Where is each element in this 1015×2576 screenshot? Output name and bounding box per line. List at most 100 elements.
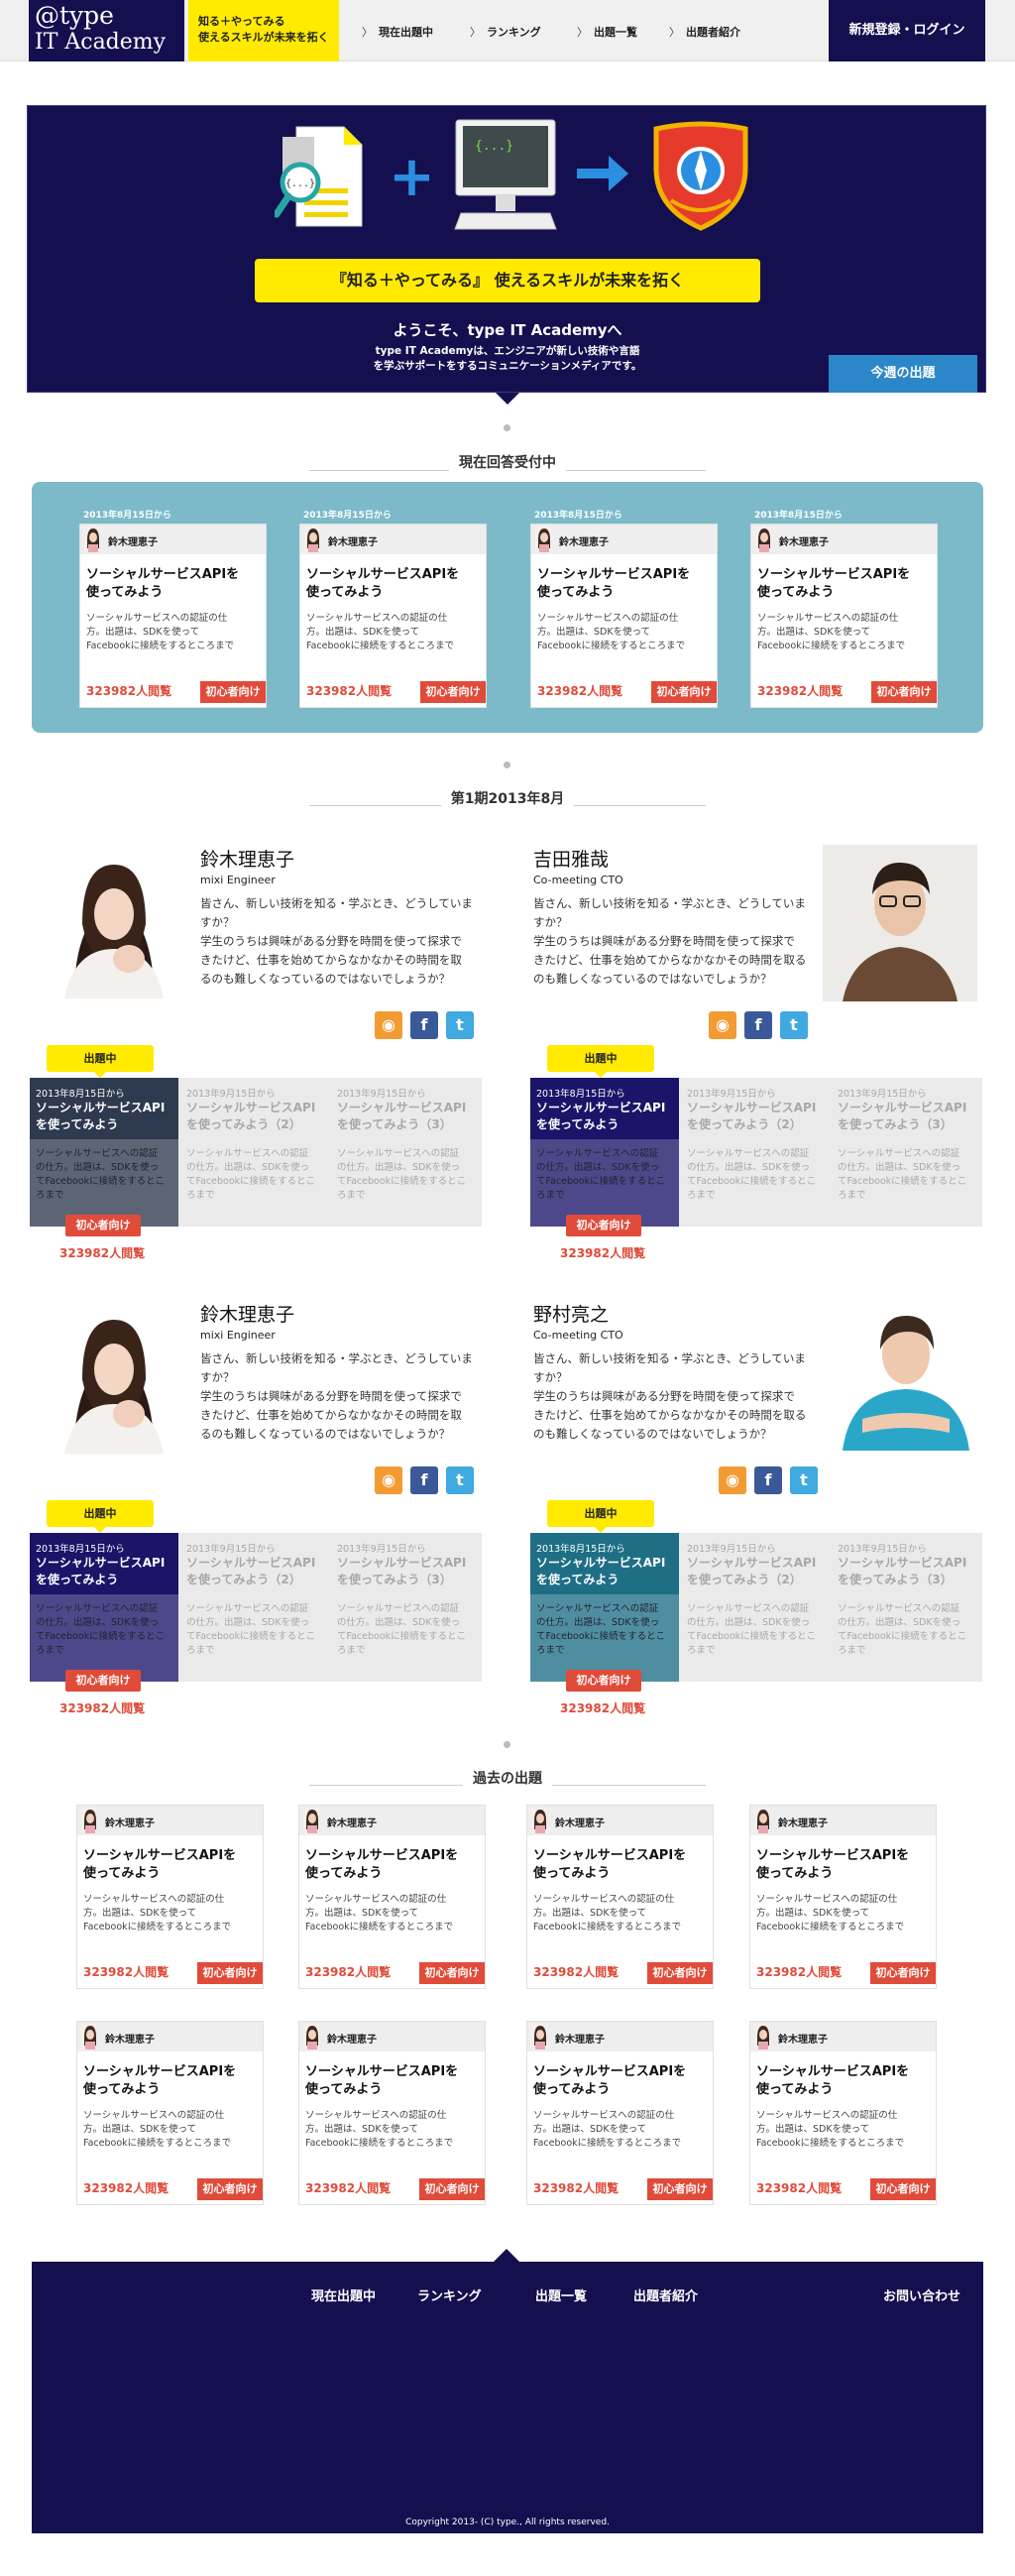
author-role: Co-meeting CTO [533,874,623,886]
footer-link-ranking[interactable]: ランキング [417,2285,482,2304]
question-title: ソーシャルサービスAPI を使ってみよう [536,1555,675,1588]
site-logo[interactable]: @type IT Academy [29,0,184,61]
question-card[interactable]: 鈴木理恵子 ソーシャルサービスAPIを 使ってみよう ソーシャルサービスへの認証の仕方… [299,524,487,708]
facebook-icon[interactable]: f [754,1466,782,1494]
twitter-icon[interactable]: t [780,1011,808,1039]
past-heading: 過去の出題 [309,1768,706,1788]
card-desc-line: ソーシャルサービスへの認証の仕 [756,1894,898,1905]
question-item[interactable]: 2013年8月15日から ソーシャルサービスAPI を使ってみよう ソーシャルサービス… [30,1533,178,1682]
card-header: 鈴木理恵子 [77,1806,263,1835]
card-title[interactable]: ソーシャルサービスAPIを 使ってみよう [533,2063,708,2099]
question-title-line: を使ってみよう（2） [687,1117,802,1131]
pc-code-label: {...} [475,139,513,154]
question-card[interactable]: 鈴木理恵子 ソーシャルサービスAPIを 使ってみよう ソーシャルサービスへの認証の仕方… [749,1805,937,1989]
header-tagline: 知る＋やってみる 使えるスキルが未来を拓く [188,0,339,61]
period-heading-label: 第1期2013年8月 [440,791,575,807]
question-card[interactable]: 鈴木理恵子 ソーシャルサービスAPIを 使ってみよう ソーシャルサービスへの認証の仕方… [298,1805,486,1989]
card-desc-line: ソーシャルサービスへの認証の仕 [83,2110,225,2121]
facebook-icon[interactable]: f [410,1466,438,1494]
question-views: 323982人閲覧 [560,1246,646,1260]
question-desc-line: ソーシャルサービスへの認証 [36,1603,159,1614]
nav-list[interactable]: 〉出題一覧 [577,24,637,40]
card-desc-line: ソーシャルサービスへの認証の仕 [83,1894,225,1905]
question-strip: 2013年8月15日から ソーシャルサービスAPI を使ってみよう ソーシャルサービス… [530,1533,982,1682]
facebook-icon[interactable]: f [410,1011,438,1039]
question-desc: ソーシャルサービスへの認証 の仕方。出題は、SDKを使っ てFacebookに接続を… [536,1147,675,1203]
question-title-line: ソーシャルサービスAPI [36,1101,166,1114]
question-item[interactable]: 2013年9月15日から ソーシャルサービスAPI を使ってみよう（2） ソーシャルサ… [681,1078,830,1227]
question-desc-line: てFacebookに接続をするとこ [687,1176,817,1187]
footer-link-current[interactable]: 現在出題中 [311,2285,376,2304]
tagline-line1: 知る＋やってみる [198,15,285,28]
twitter-icon[interactable]: t [446,1011,474,1039]
card-title[interactable]: ソーシャルサービスAPIを 使ってみよう [305,1847,480,1883]
question-card[interactable]: 鈴木理恵子 ソーシャルサービスAPIを 使ってみよう ソーシャルサービスへの認証の仕方… [749,2021,937,2205]
card-views: 323982人閲覧 [306,684,393,698]
rss-icon[interactable]: ◉ [709,1011,736,1039]
author-name[interactable]: 吉田雅哉 [533,845,609,872]
facebook-icon[interactable]: f [744,1011,772,1039]
this-week-button[interactable]: 今週の出題 [829,355,977,393]
question-item[interactable]: 2013年8月15日から ソーシャルサービスAPI を使ってみよう ソーシャルサービス… [530,1078,679,1227]
question-card[interactable]: 鈴木理恵子 ソーシャルサービスAPIを 使ってみよう ソーシャルサービスへの認証の仕方… [530,524,718,708]
computer-icon: {...} [454,119,557,230]
hero-welcome: ようこそ、type IT Academyへ [393,321,622,339]
author-name[interactable]: 鈴木理恵子 [200,1300,294,1327]
question-item[interactable]: 2013年9月15日から ソーシャルサービスAPI を使ってみよう（3） ソーシャルサ… [331,1078,480,1227]
nav-current[interactable]: 〉現在出題中 [362,24,433,40]
question-card[interactable]: 鈴木理恵子 ソーシャルサービスAPIを 使ってみよう ソーシャルサービスへの認証の仕方… [526,2021,714,2205]
card-title[interactable]: ソーシャルサービスAPIを 使ってみよう [305,2063,480,2099]
bio-line: 皆さん、新しい技術を知る・学ぶとき、どうしていま [533,896,806,910]
question-desc-line: てFacebookに接続をするとこ [36,1631,166,1642]
question-item[interactable]: 2013年8月15日から ソーシャルサービスAPI を使ってみよう ソーシャルサービス… [530,1533,679,1682]
bio-line: るのも難しくなっているのではないでしょうか？ [200,1427,451,1441]
footer-link-contact[interactable]: お問い合わせ [883,2285,960,2304]
question-date: 2013年9月15日から [337,1544,426,1555]
nav-authors[interactable]: 〉出題者紹介 [669,24,740,40]
bio-line: きたけど、仕事を始めてからなかなかその時間を取 [200,1408,462,1422]
card-title[interactable]: ソーシャルサービスAPIを 使ってみよう [533,1847,708,1883]
card-title[interactable]: ソーシャルサービスAPIを 使ってみよう [83,1847,258,1883]
author-photo-frame [823,845,977,1001]
footer-link-authors[interactable]: 出題者紹介 [633,2285,698,2304]
question-item[interactable]: 2013年8月15日から ソーシャルサービスAPI を使ってみよう ソーシャルサービス… [30,1078,178,1227]
rss-icon[interactable]: ◉ [719,1466,746,1494]
hero-pointer [496,393,519,405]
question-card[interactable]: 鈴木理恵子 ソーシャルサービスAPIを 使ってみよう ソーシャルサービスへの認証の仕方… [526,1805,714,1989]
twitter-icon[interactable]: t [446,1466,474,1494]
card-desc-line: Facebookに接続をするところまで [533,1922,682,1932]
question-card[interactable]: 鈴木理恵子 ソーシャルサービスAPIを 使ってみよう ソーシャルサービスへの認証の仕方… [298,2021,486,2205]
card-title[interactable]: ソーシャルサービスAPIを 使ってみよう [537,566,712,602]
bio-line: きたけど、仕事を始めてからなかなかその時間を取 [200,953,462,967]
question-item[interactable]: 2013年9月15日から ソーシャルサービスAPI を使ってみよう（2） ソーシャルサ… [180,1078,329,1227]
card-title-line: 使ってみよう [306,585,384,600]
signup-login-button[interactable]: 新規登録・ログイン [829,0,985,61]
question-item[interactable]: 2013年9月15日から ソーシャルサービスAPI を使ってみよう（2） ソーシャルサ… [180,1533,329,1682]
card-title[interactable]: ソーシャルサービスAPIを 使ってみよう [83,2063,258,2099]
question-item[interactable]: 2013年9月15日から ソーシャルサービスAPI を使ってみよう（3） ソーシャルサ… [832,1078,980,1227]
author-name[interactable]: 鈴木理恵子 [200,845,294,872]
bio-line: のも難しくなっているのではないでしょうか？ [533,1427,772,1441]
question-item[interactable]: 2013年9月15日から ソーシャルサービスAPI を使ってみよう（3） ソーシャルサ… [331,1533,480,1682]
card-date: 2013年8月15日から [534,511,622,521]
card-title[interactable]: ソーシャルサービスAPIを 使ってみよう [757,566,932,602]
card-title[interactable]: ソーシャルサービスAPIを 使ってみよう [756,1847,931,1883]
rss-icon[interactable]: ◉ [375,1011,402,1039]
card-desc-line: Facebookに接続をするところまで [756,2138,905,2149]
nav-ranking[interactable]: 〉ランキング [470,24,541,40]
question-card[interactable]: 鈴木理恵子 ソーシャルサービスAPIを 使ってみよう ソーシャルサービスへの認証の仕方… [76,1805,264,1989]
question-card[interactable]: 鈴木理恵子 ソーシャルサービスAPIを 使ってみよう ソーシャルサービスへの認証の仕方… [750,524,938,708]
question-desc-line: ソーシャルサービスへの認証 [186,1603,309,1614]
twitter-icon[interactable]: t [790,1466,818,1494]
card-title[interactable]: ソーシャルサービスAPIを 使ってみよう [306,566,481,602]
author-name[interactable]: 野村亮之 [533,1300,609,1327]
footer-link-list[interactable]: 出題一覧 [535,2285,587,2304]
question-item[interactable]: 2013年9月15日から ソーシャルサービスAPI を使ってみよう（3） ソーシャルサ… [832,1533,980,1682]
rss-icon[interactable]: ◉ [375,1466,402,1494]
card-title[interactable]: ソーシャルサービスAPIを 使ってみよう [86,566,261,602]
question-card[interactable]: 鈴木理恵子 ソーシャルサービスAPIを 使ってみよう ソーシャルサービスへの認証の仕方… [76,2021,264,2205]
card-title[interactable]: ソーシャルサービスAPIを 使ってみよう [756,2063,931,2099]
question-item[interactable]: 2013年9月15日から ソーシャルサービスAPI を使ってみよう（2） ソーシャルサ… [681,1533,830,1682]
card-views: 323982人閲覧 [756,1965,843,1979]
question-card[interactable]: 鈴木理恵子 ソーシャルサービスAPIを 使ってみよう ソーシャルサービスへの認証の仕方… [79,524,267,708]
